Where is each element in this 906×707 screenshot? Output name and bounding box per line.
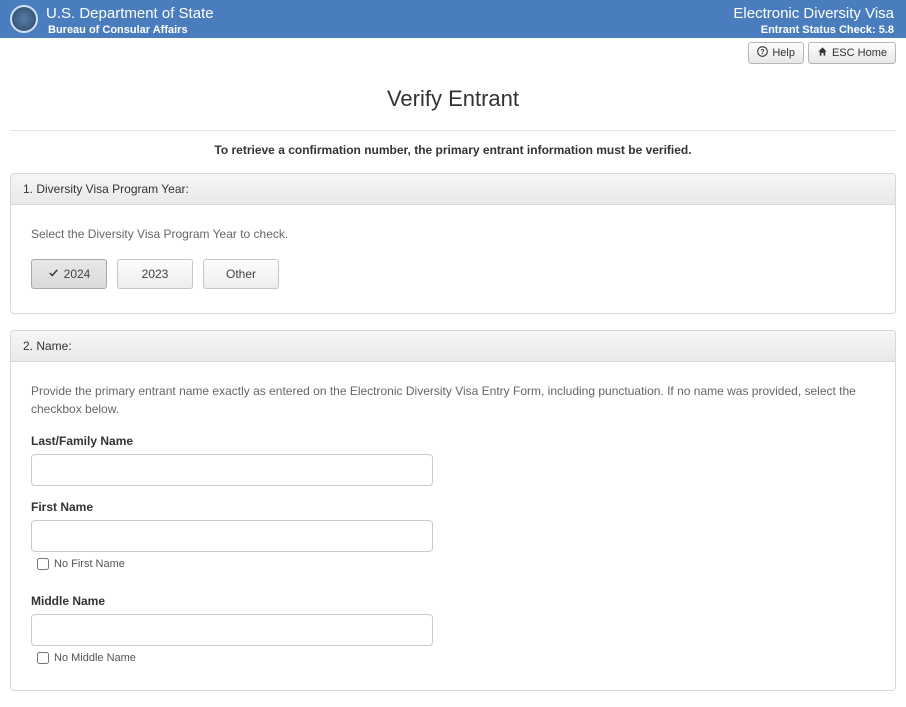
toolbar: ? Help ESC Home xyxy=(0,38,906,64)
year-2024-button[interactable]: 2024 xyxy=(31,259,107,289)
section2-heading: 2. Name: xyxy=(11,331,895,362)
section1-prompt: Select the Diversity Visa Program Year t… xyxy=(31,225,875,243)
last-name-input[interactable] xyxy=(31,454,433,486)
home-button[interactable]: ESC Home xyxy=(808,42,896,64)
page-instruction: To retrieve a confirmation number, the p… xyxy=(0,143,906,157)
divider xyxy=(10,130,896,131)
home-label: ESC Home xyxy=(832,47,887,59)
header-right: Electronic Diversity Visa Entrant Status… xyxy=(733,6,894,36)
check-icon xyxy=(48,267,59,281)
year-other-label: Other xyxy=(226,267,256,281)
middle-name-input[interactable] xyxy=(31,614,433,646)
year-2023-button[interactable]: 2023 xyxy=(117,259,193,289)
bureau-subtitle: Bureau of Consular Affairs xyxy=(46,24,214,36)
no-first-name-checkbox[interactable] xyxy=(37,558,49,570)
section1-heading: 1. Diversity Visa Program Year: xyxy=(11,174,895,205)
first-name-label: First Name xyxy=(31,500,875,514)
section-program-year: 1. Diversity Visa Program Year: Select t… xyxy=(10,173,896,314)
header-left: U.S. Department of State Bureau of Consu… xyxy=(10,6,214,36)
no-middle-name-checkbox[interactable] xyxy=(37,652,49,664)
section-name: 2. Name: Provide the primary entrant nam… xyxy=(10,330,896,691)
section2-prompt: Provide the primary entrant name exactly… xyxy=(31,382,875,418)
help-icon: ? xyxy=(757,46,768,60)
seal-icon xyxy=(10,5,38,33)
help-button[interactable]: ? Help xyxy=(748,42,804,64)
year-other-button[interactable]: Other xyxy=(203,259,279,289)
dept-title: U.S. Department of State xyxy=(46,6,214,23)
svg-text:?: ? xyxy=(761,49,765,56)
page-title: Verify Entrant xyxy=(0,86,906,112)
home-icon xyxy=(817,46,828,60)
no-middle-name-label: No Middle Name xyxy=(54,652,136,664)
year-2023-label: 2023 xyxy=(142,267,169,281)
year-2024-label: 2024 xyxy=(64,267,91,281)
app-name: Electronic Diversity Visa xyxy=(733,6,894,23)
last-name-label: Last/Family Name xyxy=(31,434,875,448)
app-version: Entrant Status Check: 5.8 xyxy=(733,24,894,36)
first-name-input[interactable] xyxy=(31,520,433,552)
app-header: U.S. Department of State Bureau of Consu… xyxy=(0,0,906,38)
no-first-name-label: No First Name xyxy=(54,558,125,570)
help-label: Help xyxy=(772,47,795,59)
year-options: 2024 2023 Other xyxy=(31,259,875,289)
middle-name-label: Middle Name xyxy=(31,594,875,608)
